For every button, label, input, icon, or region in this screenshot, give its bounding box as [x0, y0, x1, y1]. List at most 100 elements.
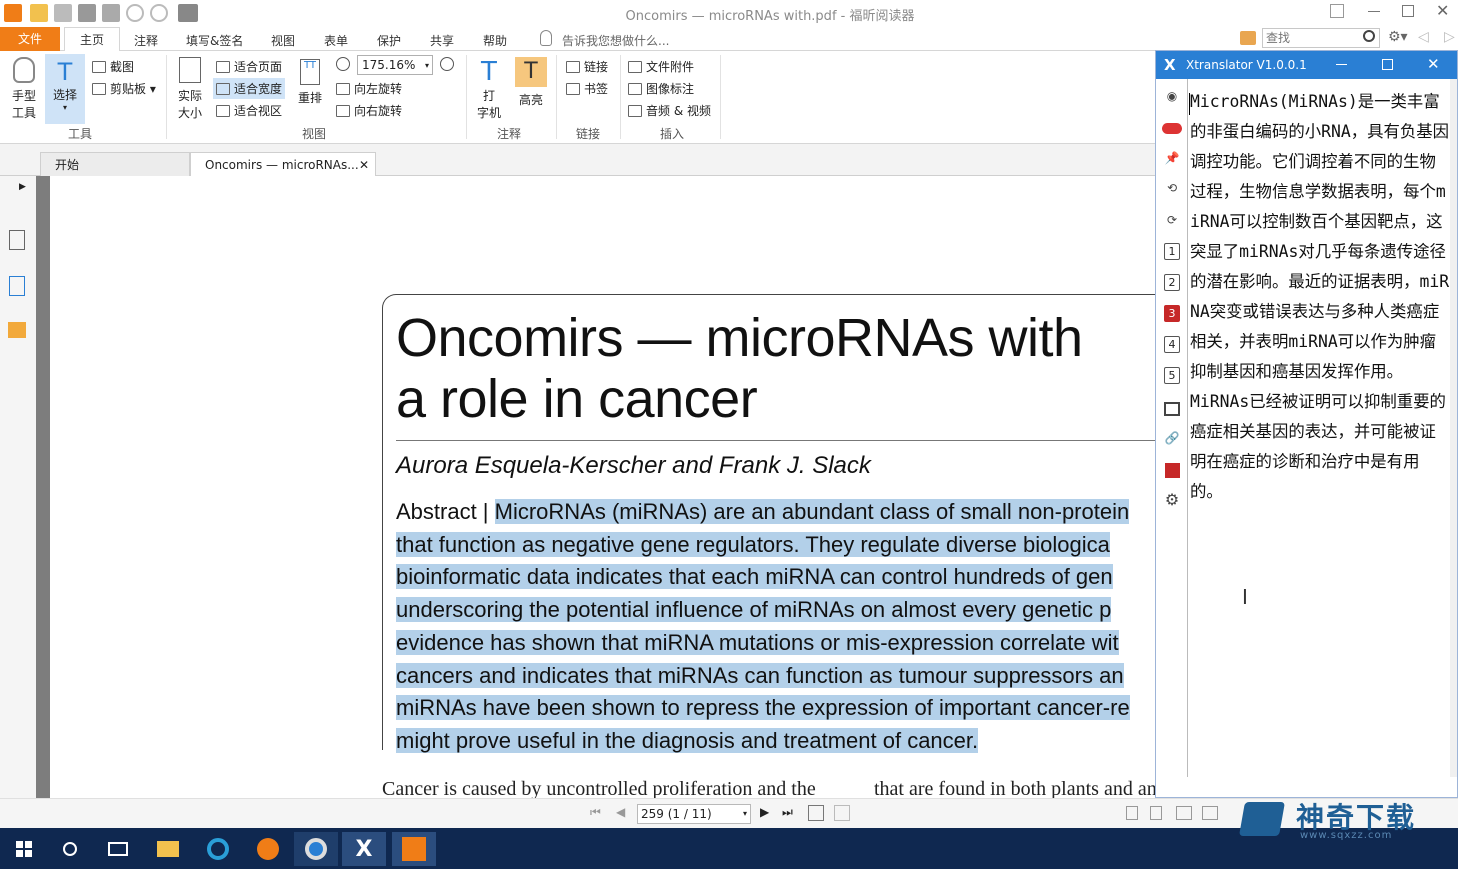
fit-width-button[interactable]: 适合宽度 — [213, 78, 286, 99]
start-button[interactable] — [2, 832, 46, 866]
xt-minimize-icon[interactable] — [1336, 64, 1347, 65]
link-tool-icon[interactable]: 🔗 — [1162, 429, 1182, 449]
reflow-button[interactable]: TT 重排 — [296, 59, 324, 106]
restore-panels-icon[interactable] — [1330, 4, 1344, 18]
menu-share[interactable]: 共享 — [430, 32, 454, 49]
settings-icon[interactable]: ⚙▾ — [1388, 29, 1408, 45]
xtranslator-taskbar-button[interactable]: X — [342, 832, 386, 866]
slot-4-button[interactable]: 4 — [1164, 336, 1180, 353]
window-capture-icon[interactable] — [1162, 399, 1182, 419]
app-orange-button[interactable] — [246, 832, 290, 866]
search-taskbar-button[interactable] — [48, 832, 92, 866]
body-text-left: Cancer is caused by uncontrolled prolife… — [382, 778, 816, 798]
select-button[interactable]: T 选择 ▾ — [45, 54, 85, 124]
magnifier-icon[interactable] — [1363, 30, 1375, 42]
tab-document[interactable]: Oncomirs — microRNAs... ✕ — [190, 152, 376, 176]
comments-icon[interactable] — [8, 322, 26, 338]
single-page-icon[interactable] — [1126, 806, 1138, 820]
prev-arrow-icon[interactable]: ◁ — [1418, 29, 1429, 45]
abstract-line: that function as negative gene regulator… — [396, 531, 1110, 557]
prev-view-icon[interactable] — [808, 805, 824, 821]
image-annotation-button[interactable]: 图像标注 — [628, 80, 694, 97]
pages-icon[interactable] — [9, 230, 25, 250]
typewriter-button[interactable]: T 打 字机 — [474, 57, 504, 121]
hand-icon — [13, 57, 35, 83]
menu-form[interactable]: 表单 — [324, 32, 348, 49]
layers-icon[interactable] — [9, 276, 25, 296]
actual-size-button[interactable]: 实际 大小 — [176, 57, 204, 121]
last-page-icon[interactable]: ⏭ — [782, 805, 793, 820]
edge-button[interactable] — [196, 832, 240, 866]
windows-logo-icon — [16, 841, 32, 857]
slot-5-button[interactable]: 5 — [1164, 367, 1180, 384]
search-box-icon[interactable] — [1240, 31, 1256, 45]
toggle-icon[interactable] — [1162, 119, 1182, 139]
search-input[interactable] — [1262, 28, 1380, 48]
hand-tool-button[interactable]: 手型 工具 — [8, 57, 40, 121]
xt-maximize-icon[interactable] — [1382, 59, 1393, 70]
bookmark-icon — [566, 83, 580, 95]
link-button[interactable]: 链接 — [566, 58, 608, 75]
file-explorer-button[interactable] — [146, 832, 190, 866]
continuous-page-icon[interactable] — [1150, 806, 1162, 820]
next-view-icon[interactable] — [834, 805, 850, 821]
continuous-facing-icon[interactable] — [1202, 806, 1218, 820]
hide-icon[interactable]: ◉ — [1162, 87, 1182, 107]
next-page-icon[interactable]: ▶ — [760, 805, 769, 819]
task-view-button[interactable] — [96, 832, 140, 866]
menu-file[interactable]: 文件 — [0, 27, 60, 51]
slot-1-button[interactable]: 1 — [1164, 243, 1180, 260]
maximize-icon[interactable] — [1402, 5, 1414, 17]
clipboard-button[interactable]: 剪贴板 ▾ — [92, 80, 156, 97]
abstract-text[interactable]: Abstract | MicroRNAs (miRNAs) are an abu… — [396, 496, 1155, 758]
menu-protect[interactable]: 保护 — [377, 32, 401, 49]
foxit-taskbar-button[interactable] — [392, 832, 436, 866]
prev-page-icon[interactable]: ◀ — [616, 805, 625, 819]
zoom-out-icon[interactable] — [336, 57, 350, 71]
translation-output[interactable]: MicroRNAs(MiRNAs)是一类丰富的非蛋白编码的小RNA，具有负基因调… — [1190, 87, 1452, 507]
rotate-copy-icon[interactable]: ⟲ — [1162, 179, 1182, 199]
rotate-right-button[interactable]: 向右旋转 — [336, 102, 402, 119]
close-tab-icon[interactable]: ✕ — [359, 153, 369, 177]
xt-scrollbar[interactable] — [1450, 79, 1457, 777]
close-icon[interactable]: ✕ — [1436, 1, 1449, 20]
chrome-button[interactable] — [294, 832, 338, 866]
screenshot-button[interactable]: 截图 — [92, 58, 134, 75]
menu-view[interactable]: 视图 — [271, 32, 295, 49]
document-title: Oncomirs — microRNAs with a role in canc… — [396, 308, 1155, 430]
audio-video-button[interactable]: 音频 & 视频 — [628, 102, 711, 119]
page-number-input[interactable]: 259 (1 / 11) ▾ — [637, 804, 751, 824]
slot-3-button[interactable]: 3 — [1164, 305, 1180, 322]
next-arrow-icon[interactable]: ▷ — [1444, 29, 1455, 45]
facing-page-icon[interactable] — [1176, 806, 1192, 820]
fit-view-button[interactable]: 适合视区 — [216, 102, 282, 119]
rotate-paste-icon[interactable]: ⟳ — [1162, 211, 1182, 231]
document-viewport[interactable]: Oncomirs — microRNAs with a role in canc… — [50, 176, 1155, 798]
rotate-left-button[interactable]: 向左旋转 — [336, 80, 402, 97]
expand-panel-icon[interactable]: ▶ — [19, 182, 26, 192]
title-divider — [396, 440, 1155, 441]
first-page-icon[interactable]: ⏮ — [590, 805, 601, 820]
menu-fill-sign[interactable]: 填写&签名 — [186, 32, 243, 49]
tell-me-search[interactable]: 告诉我您想做什么... — [562, 32, 669, 49]
minimize-icon[interactable] — [1368, 11, 1380, 12]
fit-page-button[interactable]: 适合页面 — [216, 58, 282, 75]
pin-icon[interactable]: 📌 — [1162, 149, 1182, 169]
separator — [166, 55, 167, 139]
copy-window-icon[interactable] — [1162, 461, 1182, 481]
xt-close-icon[interactable]: ✕ — [1427, 55, 1440, 73]
menu-comment[interactable]: 注释 — [134, 32, 158, 49]
zoom-value: 175.16% — [362, 58, 416, 72]
zoom-in-icon[interactable] — [440, 57, 454, 71]
file-attachment-button[interactable]: 文件附件 — [628, 58, 694, 75]
x-logo-icon: X — [355, 836, 373, 862]
panel-splitter[interactable] — [36, 176, 50, 798]
menu-home[interactable]: 主页 — [64, 27, 120, 52]
bookmark-button[interactable]: 书签 — [566, 80, 608, 97]
settings-gear-icon[interactable]: ⚙ — [1162, 491, 1182, 511]
menu-help[interactable]: 帮助 — [483, 32, 507, 49]
highlight-button[interactable]: T 高亮 — [514, 57, 548, 108]
slot-2-button[interactable]: 2 — [1164, 274, 1180, 291]
zoom-select[interactable]: 175.16% ▾ — [357, 55, 433, 75]
tab-start[interactable]: 开始 — [40, 152, 190, 176]
